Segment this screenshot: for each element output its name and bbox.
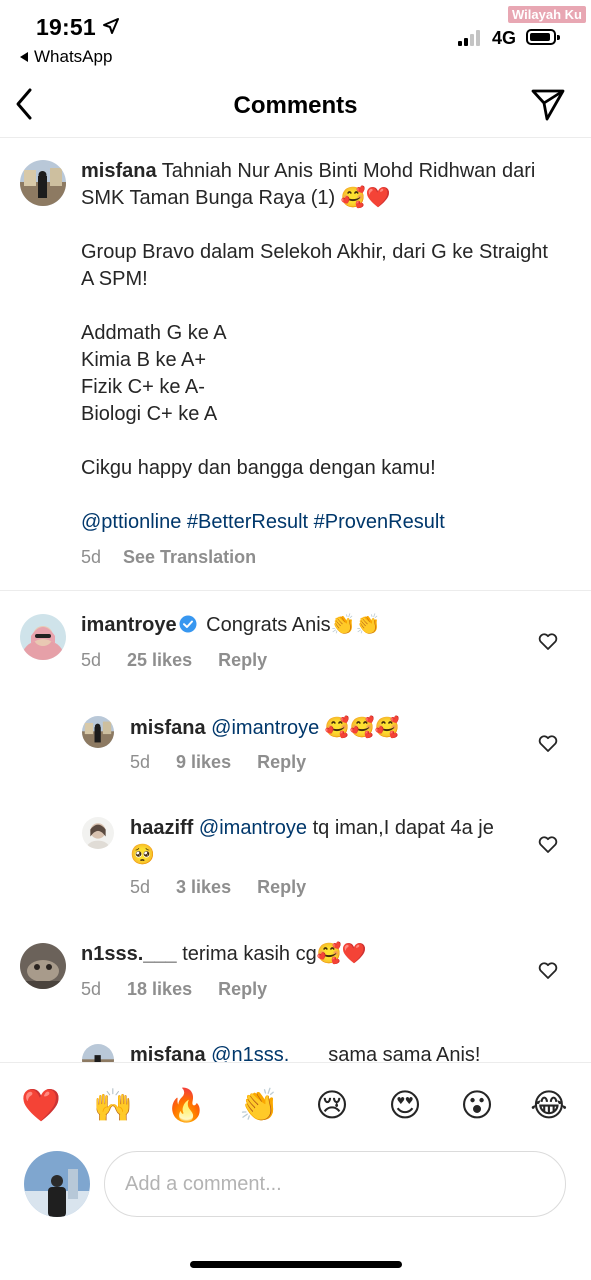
emoji-crying-button[interactable]: 😢	[310, 1083, 354, 1127]
emoji-raised-hands-button[interactable]: 🙌	[91, 1083, 135, 1127]
reply-button[interactable]: Reply	[218, 650, 267, 671]
paper-plane-icon[interactable]	[530, 86, 566, 122]
comment-time: 5d	[130, 877, 151, 897]
grade-line: Kimia B ke A+	[81, 349, 207, 371]
caption-paragraph: Group Bravo dalam Selekoh Akhir, dari G …	[81, 241, 548, 290]
network-type: 4G	[492, 28, 517, 48]
grade-line: Biologi C+ ke A	[81, 403, 218, 425]
bottom-bar: ❤️ 🙌 🔥 👏 😢 😍 😮 😂	[0, 1062, 591, 1280]
comment-username[interactable]: misfana	[130, 717, 206, 739]
heart-icon[interactable]	[538, 961, 558, 981]
comment-username[interactable]: n1sss.___	[81, 943, 177, 965]
verified-badge-icon	[179, 615, 197, 633]
emoji-fire-button[interactable]: 🔥	[164, 1083, 208, 1127]
caption-username[interactable]: misfana	[81, 160, 157, 182]
comment-input[interactable]	[104, 1151, 566, 1217]
signal-strength-icon	[458, 30, 484, 46]
comment-text: Congrats Anis👏👏	[206, 614, 381, 636]
watermark: Wilayah Ku	[508, 6, 586, 23]
back-to-app-link[interactable]: WhatsApp	[20, 47, 112, 67]
heart-icon[interactable]	[538, 835, 558, 855]
caption-paragraph: Cikgu happy dan bangga dengan kamu!	[81, 457, 436, 479]
heart-icon[interactable]	[538, 632, 558, 652]
comment-text: 🥰🥰🥰	[324, 715, 400, 739]
emoji-laughing-button[interactable]: 😂	[527, 1083, 571, 1127]
status-time: 19:51	[36, 14, 96, 40]
comment-text: terima kasih cg🥰❤️	[182, 943, 367, 965]
emoji-clap-button[interactable]: 👏	[237, 1083, 281, 1127]
avatar[interactable]	[20, 160, 66, 206]
comment-time: 5d	[130, 752, 151, 772]
location-arrow-icon	[103, 18, 119, 34]
caption-hashtags[interactable]: @pttionline #BetterResult #ProvenResult	[81, 509, 561, 536]
comment-likes[interactable]: 18 likes	[127, 979, 192, 1000]
see-translation-button[interactable]: See Translation	[123, 544, 256, 571]
emoji-heart-button[interactable]: ❤️	[19, 1083, 63, 1127]
comment-composer	[0, 1151, 591, 1219]
reply-button[interactable]: Reply	[257, 877, 306, 898]
avatar[interactable]	[82, 716, 114, 748]
avatar[interactable]	[20, 614, 66, 660]
header: Comments	[0, 72, 591, 138]
emoji-surprised-button[interactable]: 😮	[455, 1083, 499, 1127]
home-indicator	[190, 1261, 402, 1268]
back-triangle-icon	[20, 52, 28, 62]
emoji-heart-eyes-button[interactable]: 😍	[383, 1083, 427, 1127]
reply-button[interactable]: Reply	[257, 752, 306, 773]
battery-icon	[526, 29, 560, 45]
comment-mention[interactable]: @imantroye	[211, 717, 319, 739]
status-bar: 19:51 WhatsApp 4G Wilayah Ku	[0, 0, 591, 72]
grade-line: Fizik C+ ke A-	[81, 376, 205, 398]
reply-button[interactable]: Reply	[218, 979, 267, 1000]
comment-likes[interactable]: 9 likes	[176, 752, 231, 773]
comment-likes[interactable]: 3 likes	[176, 877, 231, 898]
avatar[interactable]	[24, 1151, 90, 1217]
page-title: Comments	[233, 92, 358, 119]
heart-icon[interactable]	[538, 734, 558, 754]
comment-username[interactable]: imantroye	[81, 614, 177, 636]
avatar[interactable]	[82, 817, 114, 849]
avatar[interactable]	[20, 943, 66, 989]
comment-likes[interactable]: 25 likes	[127, 650, 192, 671]
back-app-label: WhatsApp	[34, 47, 113, 66]
comment-mention[interactable]: @imantroye	[199, 817, 307, 839]
comment-time: 5d	[81, 979, 102, 999]
comment-time: 5d	[81, 650, 102, 670]
emoji-quick-bar: ❤️ 🙌 🔥 👏 😢 😍 😮 😂	[0, 1083, 591, 1127]
caption-time: 5d	[81, 547, 102, 567]
comment-username[interactable]: haaziff	[130, 817, 193, 839]
divider	[0, 590, 591, 591]
grade-line: Addmath G ke A	[81, 322, 227, 344]
